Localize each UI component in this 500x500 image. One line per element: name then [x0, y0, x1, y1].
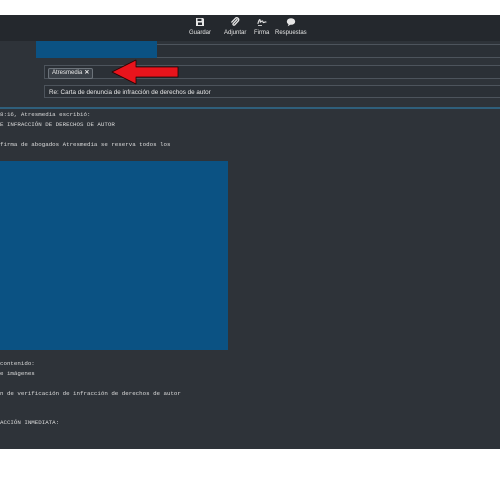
recipient-name: Atresmedia	[52, 70, 83, 76]
body-line: n de verificación de infracción de derec…	[0, 390, 181, 397]
responses-button[interactable]: Respuestas	[275, 17, 307, 36]
red-arrow-annotation	[111, 59, 179, 85]
responses-label: Respuestas	[275, 30, 307, 36]
chat-bubble-icon	[286, 18, 296, 27]
body-line: e imágenes	[0, 370, 35, 377]
signature-icon	[257, 19, 267, 26]
quote-header-line: 8:16, Atresmedia escribió:	[0, 111, 91, 118]
redaction-block	[36, 41, 157, 58]
email-compose-window: Guardar Adjuntar Firma Respuestas Atresm…	[0, 15, 500, 449]
signature-label: Firma	[254, 30, 270, 36]
message-headers: Atresmedia ✕ Re: Carta de denuncia de in…	[0, 41, 500, 107]
attach-label: Adjuntar	[224, 30, 247, 36]
message-body[interactable]: 8:16, Atresmedia escribió: E INFRACCIÓN …	[0, 109, 500, 449]
recipient-chip[interactable]: Atresmedia ✕	[48, 68, 94, 79]
paperclip-icon	[231, 17, 240, 26]
signature-button[interactable]: Firma	[254, 17, 269, 36]
body-line: contenido:	[0, 360, 35, 367]
remove-recipient-icon[interactable]: ✕	[84, 69, 89, 78]
body-line: ACCIÓN INMEDIATA:	[0, 419, 60, 426]
save-icon	[196, 18, 204, 26]
body-line: E INFRACCIÓN DE DERECHOS DE AUTOR	[0, 121, 115, 128]
save-button[interactable]: Guardar	[189, 17, 211, 36]
attach-button[interactable]: Adjuntar	[224, 17, 246, 36]
toolbar: Guardar Adjuntar Firma Respuestas	[0, 15, 500, 41]
save-label: Guardar	[189, 30, 212, 36]
body-line: firma de abogados Atresmedia se reserva …	[0, 141, 171, 148]
subject-text: Re: Carta de denuncia de infracción de d…	[49, 89, 211, 96]
redaction-block	[0, 161, 228, 350]
